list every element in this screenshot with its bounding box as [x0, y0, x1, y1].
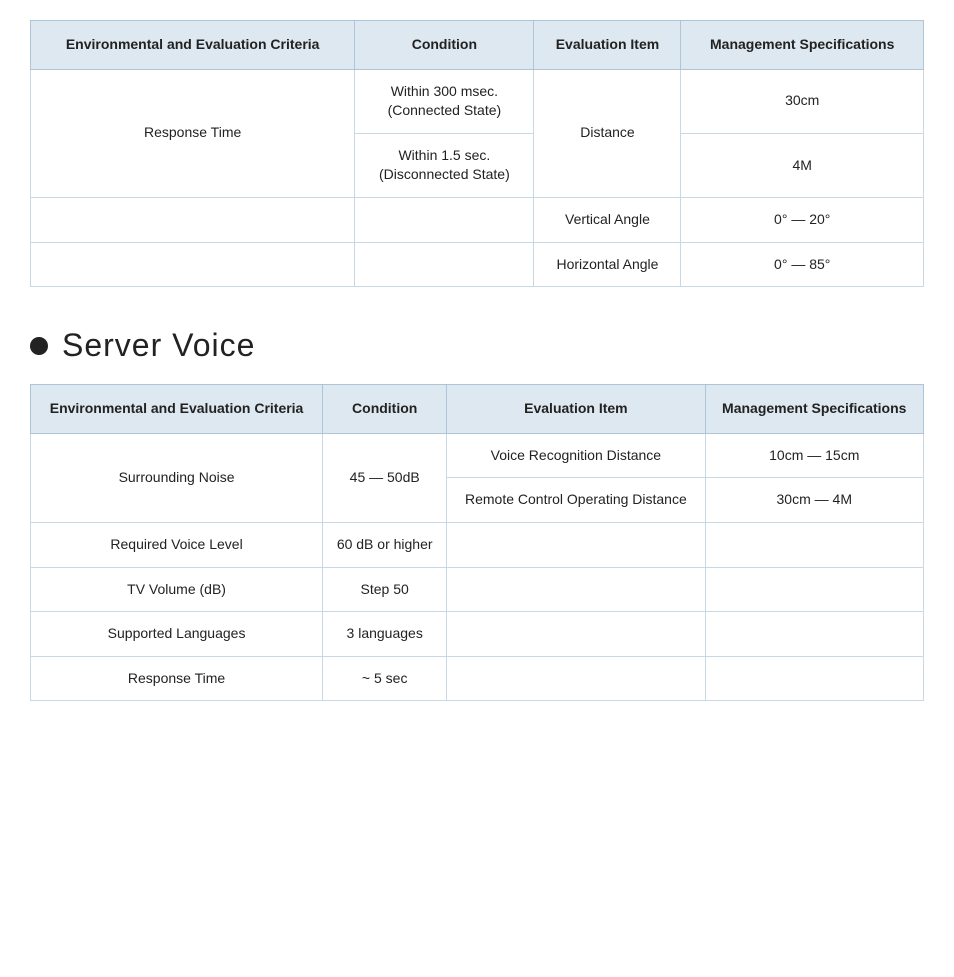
table-row: Vertical Angle 0° — 20°: [31, 197, 924, 242]
cell-spec: 10cm — 15cm: [705, 433, 924, 478]
cell-spec: 30cm: [681, 69, 924, 133]
cell-item: Remote Control Operating Distance: [447, 478, 705, 523]
cell-condition: Within 1.5 sec.(Disconnected State): [355, 133, 534, 197]
col-header-condition-1: Condition: [355, 21, 534, 70]
cell-item: Distance: [534, 69, 681, 197]
cell-condition: 60 dB or higher: [323, 522, 447, 567]
cell-spec: [705, 522, 924, 567]
cell-criteria: [31, 242, 355, 287]
cell-condition: 3 languages: [323, 612, 447, 657]
col-header-item-1: Evaluation Item: [534, 21, 681, 70]
col-header-criteria-2: Environmental and Evaluation Criteria: [31, 385, 323, 434]
table-2: Environmental and Evaluation Criteria Co…: [30, 384, 924, 701]
cell-condition: Within 300 msec.(Connected State): [355, 69, 534, 133]
col-header-item-2: Evaluation Item: [447, 385, 705, 434]
table-row: Supported Languages 3 languages: [31, 612, 924, 657]
cell-item: [447, 567, 705, 612]
cell-item: Vertical Angle: [534, 197, 681, 242]
bullet-dot: [30, 337, 48, 355]
col-header-condition-2: Condition: [323, 385, 447, 434]
cell-condition: ~ 5 sec: [323, 656, 447, 701]
cell-criteria: Supported Languages: [31, 612, 323, 657]
table-row: Response Time ~ 5 sec: [31, 656, 924, 701]
table-row: TV Volume (dB) Step 50: [31, 567, 924, 612]
cell-item: [447, 656, 705, 701]
col-header-criteria-1: Environmental and Evaluation Criteria: [31, 21, 355, 70]
col-header-spec-1: Management Specifications: [681, 21, 924, 70]
cell-criteria: Required Voice Level: [31, 522, 323, 567]
cell-condition: Step 50: [323, 567, 447, 612]
section-heading: Server Voice: [30, 327, 924, 364]
cell-spec: [705, 567, 924, 612]
table-row: Surrounding Noise 45 — 50dB Voice Recogn…: [31, 433, 924, 478]
cell-spec: [705, 612, 924, 657]
cell-condition: 45 — 50dB: [323, 433, 447, 522]
cell-criteria: Response Time: [31, 69, 355, 197]
table-row: Horizontal Angle 0° — 85°: [31, 242, 924, 287]
cell-criteria: Response Time: [31, 656, 323, 701]
table-row: Required Voice Level 60 dB or higher: [31, 522, 924, 567]
cell-item: Voice Recognition Distance: [447, 433, 705, 478]
cell-condition: [355, 197, 534, 242]
cell-item: [447, 522, 705, 567]
cell-condition: [355, 242, 534, 287]
cell-spec: 0° — 20°: [681, 197, 924, 242]
cell-criteria: Surrounding Noise: [31, 433, 323, 522]
cell-criteria: TV Volume (dB): [31, 567, 323, 612]
cell-spec: 0° — 85°: [681, 242, 924, 287]
table-row: Response Time Within 300 msec.(Connected…: [31, 69, 924, 133]
section-title: Server Voice: [62, 327, 255, 364]
cell-spec: [705, 656, 924, 701]
cell-item: Horizontal Angle: [534, 242, 681, 287]
cell-spec: 4M: [681, 133, 924, 197]
table-1: Environmental and Evaluation Criteria Co…: [30, 20, 924, 287]
col-header-spec-2: Management Specifications: [705, 385, 924, 434]
cell-item: [447, 612, 705, 657]
cell-spec: 30cm — 4M: [705, 478, 924, 523]
cell-criteria: [31, 197, 355, 242]
